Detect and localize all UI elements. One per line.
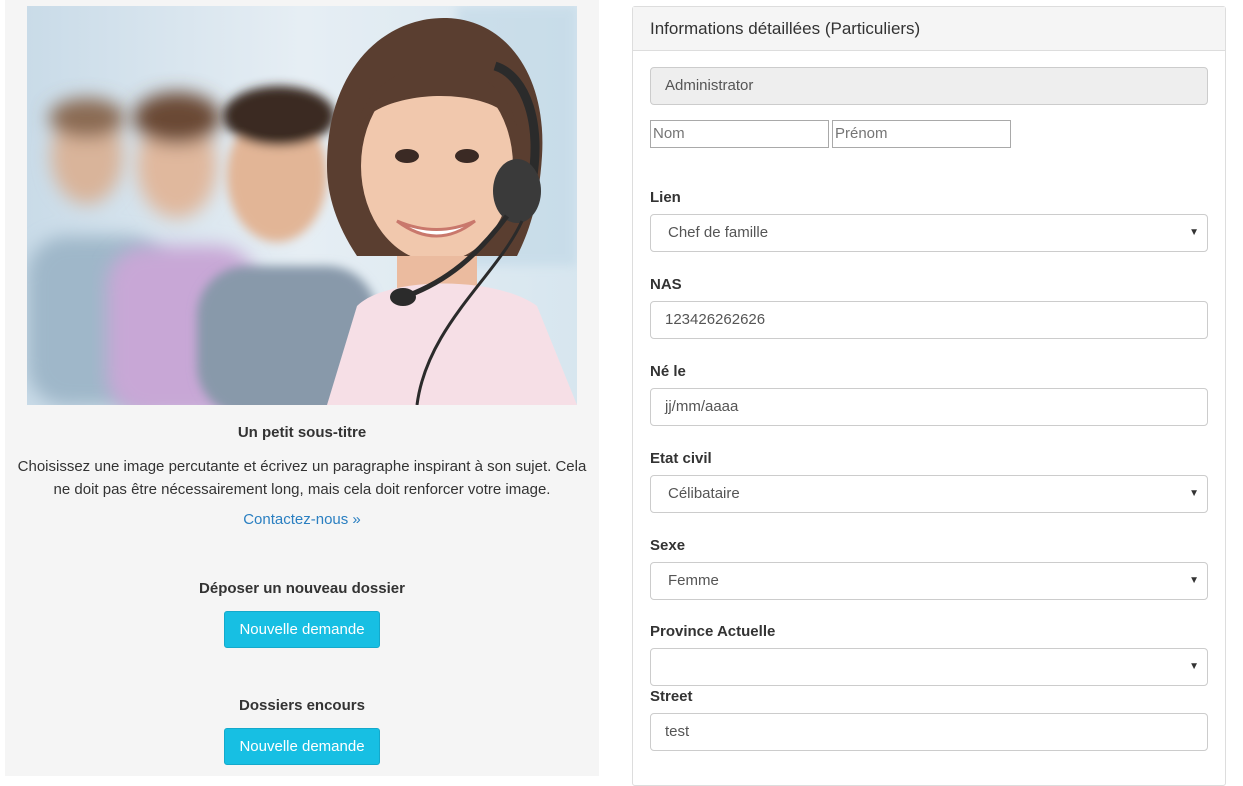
hero-image bbox=[27, 6, 577, 405]
prenom-input[interactable]: Prénom bbox=[832, 120, 1011, 148]
ongoing-new-request-button[interactable]: Nouvelle demande bbox=[224, 728, 380, 765]
ne-le-label: Né le bbox=[650, 363, 686, 380]
nom-input[interactable]: Nom bbox=[650, 120, 829, 148]
date-input[interactable]: jj/mm/aaaa bbox=[650, 388, 1208, 426]
lien-label: Lien bbox=[650, 189, 681, 206]
caret-down-icon: ▼ bbox=[1189, 488, 1199, 499]
lien-value: Chef de famille bbox=[668, 224, 769, 241]
street-input[interactable]: test bbox=[650, 713, 1208, 751]
caret-down-icon: ▼ bbox=[1189, 661, 1199, 672]
etat-civil-select[interactable]: Célibataire ▼ bbox=[650, 475, 1208, 513]
nas-input[interactable]: 123426262626 bbox=[650, 301, 1208, 339]
paragraph-line-2: ne doit pas être nécessairement long, ma… bbox=[53, 481, 551, 498]
sexe-value: Femme bbox=[668, 572, 719, 589]
caret-down-icon: ▼ bbox=[1189, 575, 1199, 586]
etat-civil-label: Etat civil bbox=[650, 450, 712, 467]
new-file-heading: Déposer un nouveau dossier bbox=[199, 580, 405, 597]
etat-civil-value: Célibataire bbox=[668, 485, 740, 502]
street-label: Street bbox=[650, 688, 693, 705]
sexe-select[interactable]: Femme ▼ bbox=[650, 562, 1208, 600]
panel-title: Informations détaillées (Particuliers) bbox=[633, 7, 1225, 51]
paragraph-line-1: Choisissez une image percutante et écriv… bbox=[17, 458, 587, 475]
user-field: Administrator bbox=[650, 67, 1208, 105]
lien-select[interactable]: Chef de famille ▼ bbox=[650, 214, 1208, 252]
contact-link[interactable]: Contactez-nous » bbox=[5, 511, 599, 528]
new-request-button[interactable]: Nouvelle demande bbox=[224, 611, 380, 648]
ongoing-files-heading: Dossiers encours bbox=[239, 697, 365, 714]
province-label: Province Actuelle bbox=[650, 623, 776, 640]
left-column: Un petit sous-titre Choisissez une image… bbox=[5, 0, 599, 776]
caret-down-icon: ▼ bbox=[1189, 227, 1199, 238]
province-select[interactable]: ▼ bbox=[650, 648, 1208, 686]
sexe-label: Sexe bbox=[650, 537, 686, 554]
intro-paragraph: Choisissez une image percutante et écriv… bbox=[5, 455, 599, 501]
nas-label: NAS bbox=[650, 276, 682, 293]
details-panel: Informations détaillées (Particuliers) A… bbox=[632, 6, 1226, 786]
subtitle: Un petit sous-titre bbox=[237, 424, 367, 441]
